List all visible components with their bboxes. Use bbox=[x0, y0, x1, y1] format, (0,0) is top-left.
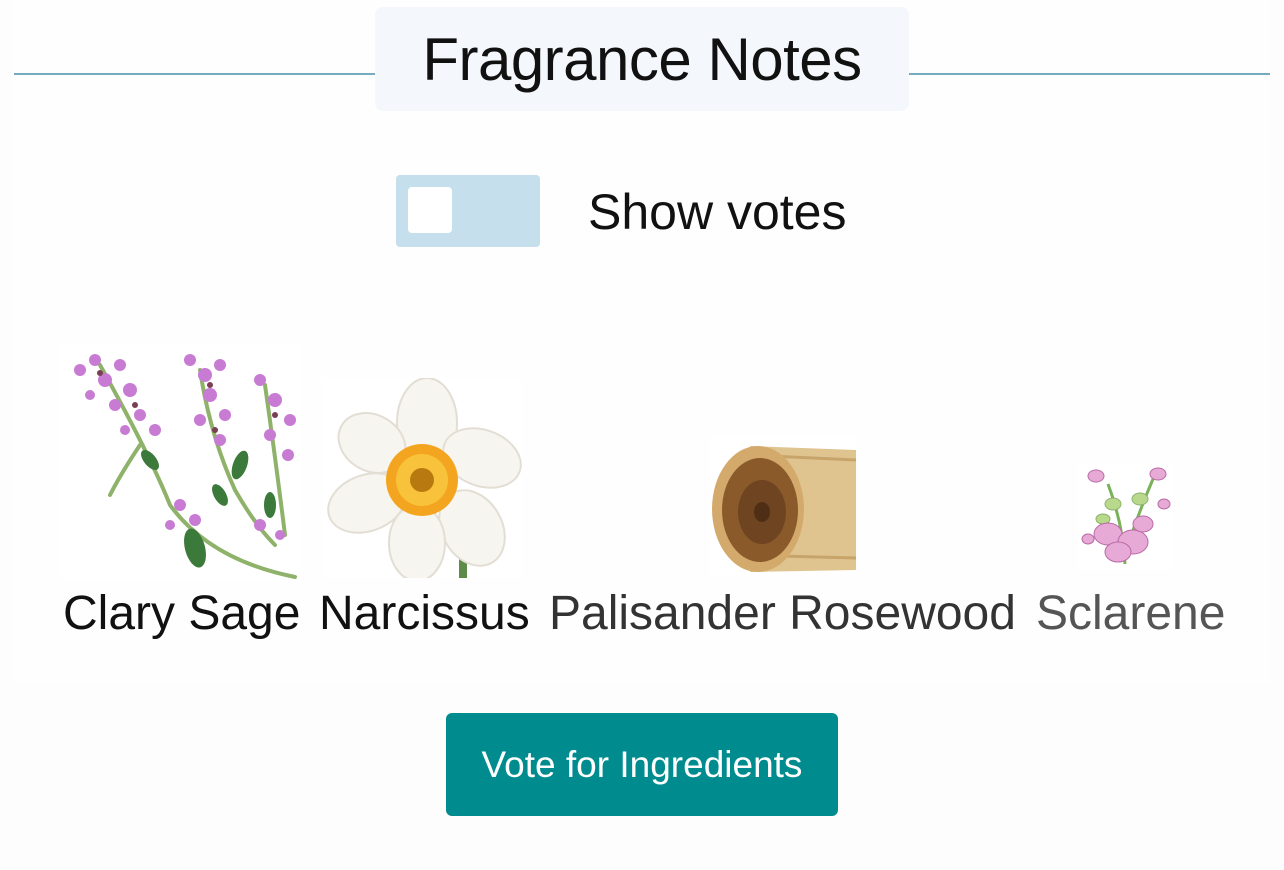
rosewood-log-image bbox=[710, 436, 856, 576]
narcissus-image bbox=[322, 378, 522, 578]
show-votes-label: Show votes bbox=[588, 184, 847, 240]
show-votes-toggle[interactable] bbox=[396, 175, 540, 247]
header-rule-right bbox=[909, 73, 1270, 75]
fragrance-notes-page: Fragrance Notes Show votes Clary Sage Na… bbox=[0, 0, 1284, 870]
toggle-knob bbox=[408, 187, 452, 233]
sclarene-plant-image bbox=[1078, 464, 1172, 570]
header-rule-left bbox=[14, 73, 376, 75]
section-title: Fragrance Notes bbox=[422, 25, 862, 93]
note-label: Clary Sage bbox=[63, 587, 301, 640]
vote-for-ingredients-button[interactable]: Vote for Ingredients bbox=[446, 713, 838, 816]
note-label: Palisander Rosewood bbox=[549, 587, 1016, 640]
section-title-box: Fragrance Notes bbox=[375, 7, 909, 111]
note-label: Narcissus bbox=[319, 587, 530, 640]
note-label: Sclarene bbox=[1036, 587, 1226, 640]
clary-sage-image bbox=[60, 345, 300, 579]
